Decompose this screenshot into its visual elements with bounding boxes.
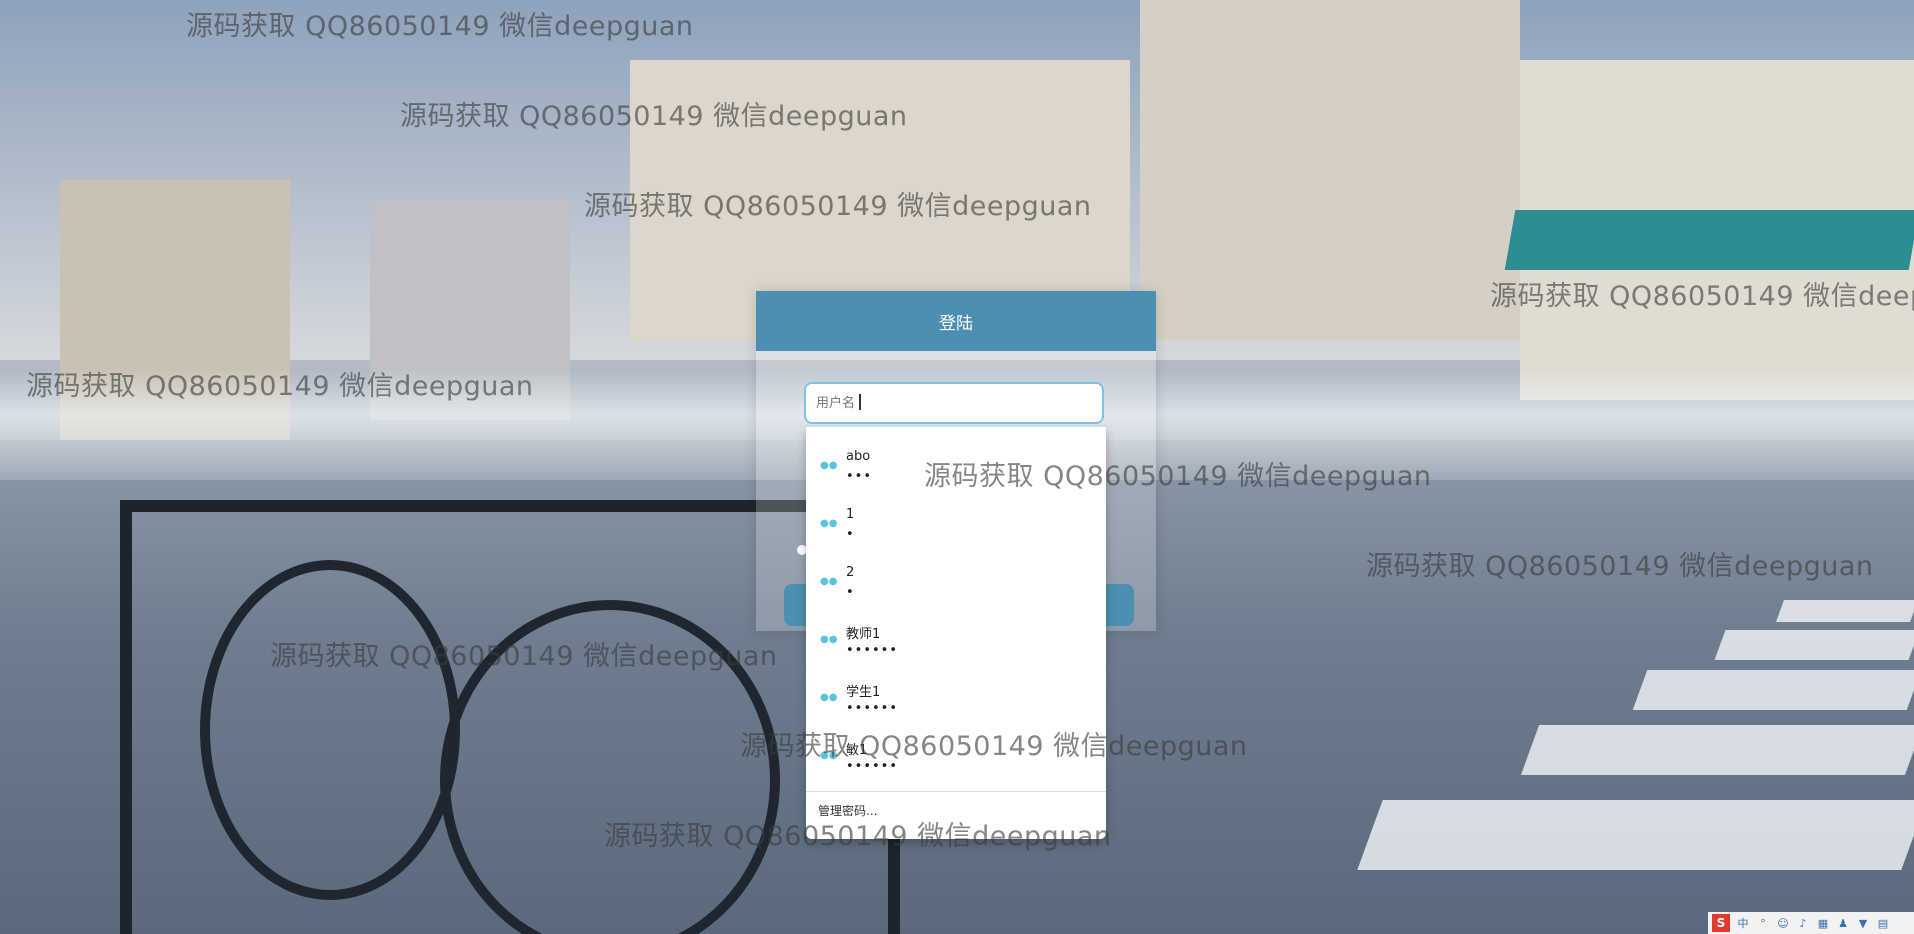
- watermark-text: 源码获取 QQ86050149 微信deepguan: [604, 821, 1112, 852]
- username-input[interactable]: [804, 382, 1104, 424]
- watermark-text: 源码获取 QQ86050149 微信deepguan: [270, 641, 778, 672]
- emoji-icon[interactable]: ☺: [1776, 916, 1790, 930]
- crosswalk-stripe: [1775, 600, 1914, 622]
- autofill-password-mask: ••••••: [846, 701, 899, 716]
- login-title: 登陆: [756, 291, 1156, 351]
- ime-toolbar: S 中 ° ☺ ♪ ▦ ♟ ▼ ▤: [1708, 912, 1914, 934]
- watermark-text: 源码获取 QQ86050149 微信deepguan: [400, 101, 908, 132]
- autofill-username: 学生1: [846, 685, 881, 700]
- ime-mode-toggle[interactable]: 中: [1736, 916, 1750, 930]
- bicycle-wheel: [200, 560, 460, 900]
- crosswalk-stripe: [1520, 725, 1914, 775]
- watermark-text: 源码获取 QQ86050149 微信deepguan: [740, 731, 1248, 762]
- autofill-password-mask: •••: [846, 469, 873, 484]
- autofill-item[interactable]: ●● 1 •: [806, 499, 1106, 557]
- autofill-password-mask: •: [846, 585, 855, 600]
- background-awning: [1504, 210, 1914, 270]
- autofill-username: abo: [846, 449, 871, 464]
- key-icon: ●●: [820, 692, 838, 703]
- autofill-item[interactable]: ●● 2 •: [806, 557, 1106, 615]
- crosswalk-stripe: [1714, 630, 1914, 660]
- keyboard-icon[interactable]: ▦: [1816, 916, 1830, 930]
- autofill-username: 教师1: [846, 627, 881, 642]
- dropdown-divider: [806, 791, 1106, 792]
- watermark-text: 源码获取 QQ86050149 微信deepguan: [924, 461, 1432, 492]
- autofill-item[interactable]: ●● 学生1 ••••••: [806, 673, 1106, 731]
- autofill-password-mask: •: [846, 527, 855, 542]
- crosswalk-stripe: [1632, 670, 1914, 710]
- watermark-text: 源码获取 QQ86050149 微信deepguan: [26, 371, 534, 402]
- key-icon: ●●: [820, 460, 838, 471]
- watermark-text: 源码获取 QQ86050149 微信deepguan: [186, 11, 694, 42]
- watermark-text: 源码获取 QQ86050149 微信deepguan: [584, 191, 1092, 222]
- punctuation-icon[interactable]: °: [1756, 916, 1770, 930]
- autofill-username: 1: [846, 507, 855, 522]
- sogou-ime-icon[interactable]: S: [1712, 914, 1730, 932]
- mic-icon[interactable]: ♪: [1796, 916, 1810, 930]
- key-icon: ●●: [820, 518, 838, 529]
- text-cursor: [859, 394, 861, 410]
- grid-icon[interactable]: ▤: [1876, 916, 1890, 930]
- background-building: [1140, 0, 1520, 340]
- autofill-password-mask: ••••••: [846, 643, 899, 658]
- key-icon: ●●: [820, 634, 838, 645]
- watermark-text: 源码获取 QQ86050149 微信deepguan: [1366, 551, 1874, 582]
- crosswalk-stripe: [1357, 800, 1914, 870]
- tshirt-icon[interactable]: ▼: [1856, 916, 1870, 930]
- watermark-text: 源码获取 QQ86050149 微信deepguan: [1490, 281, 1914, 312]
- skin-icon[interactable]: ♟: [1836, 916, 1850, 930]
- key-icon: ●●: [820, 576, 838, 587]
- autofill-username: 2: [846, 565, 855, 580]
- autofill-item[interactable]: ●● 教师1 ••••••: [806, 615, 1106, 673]
